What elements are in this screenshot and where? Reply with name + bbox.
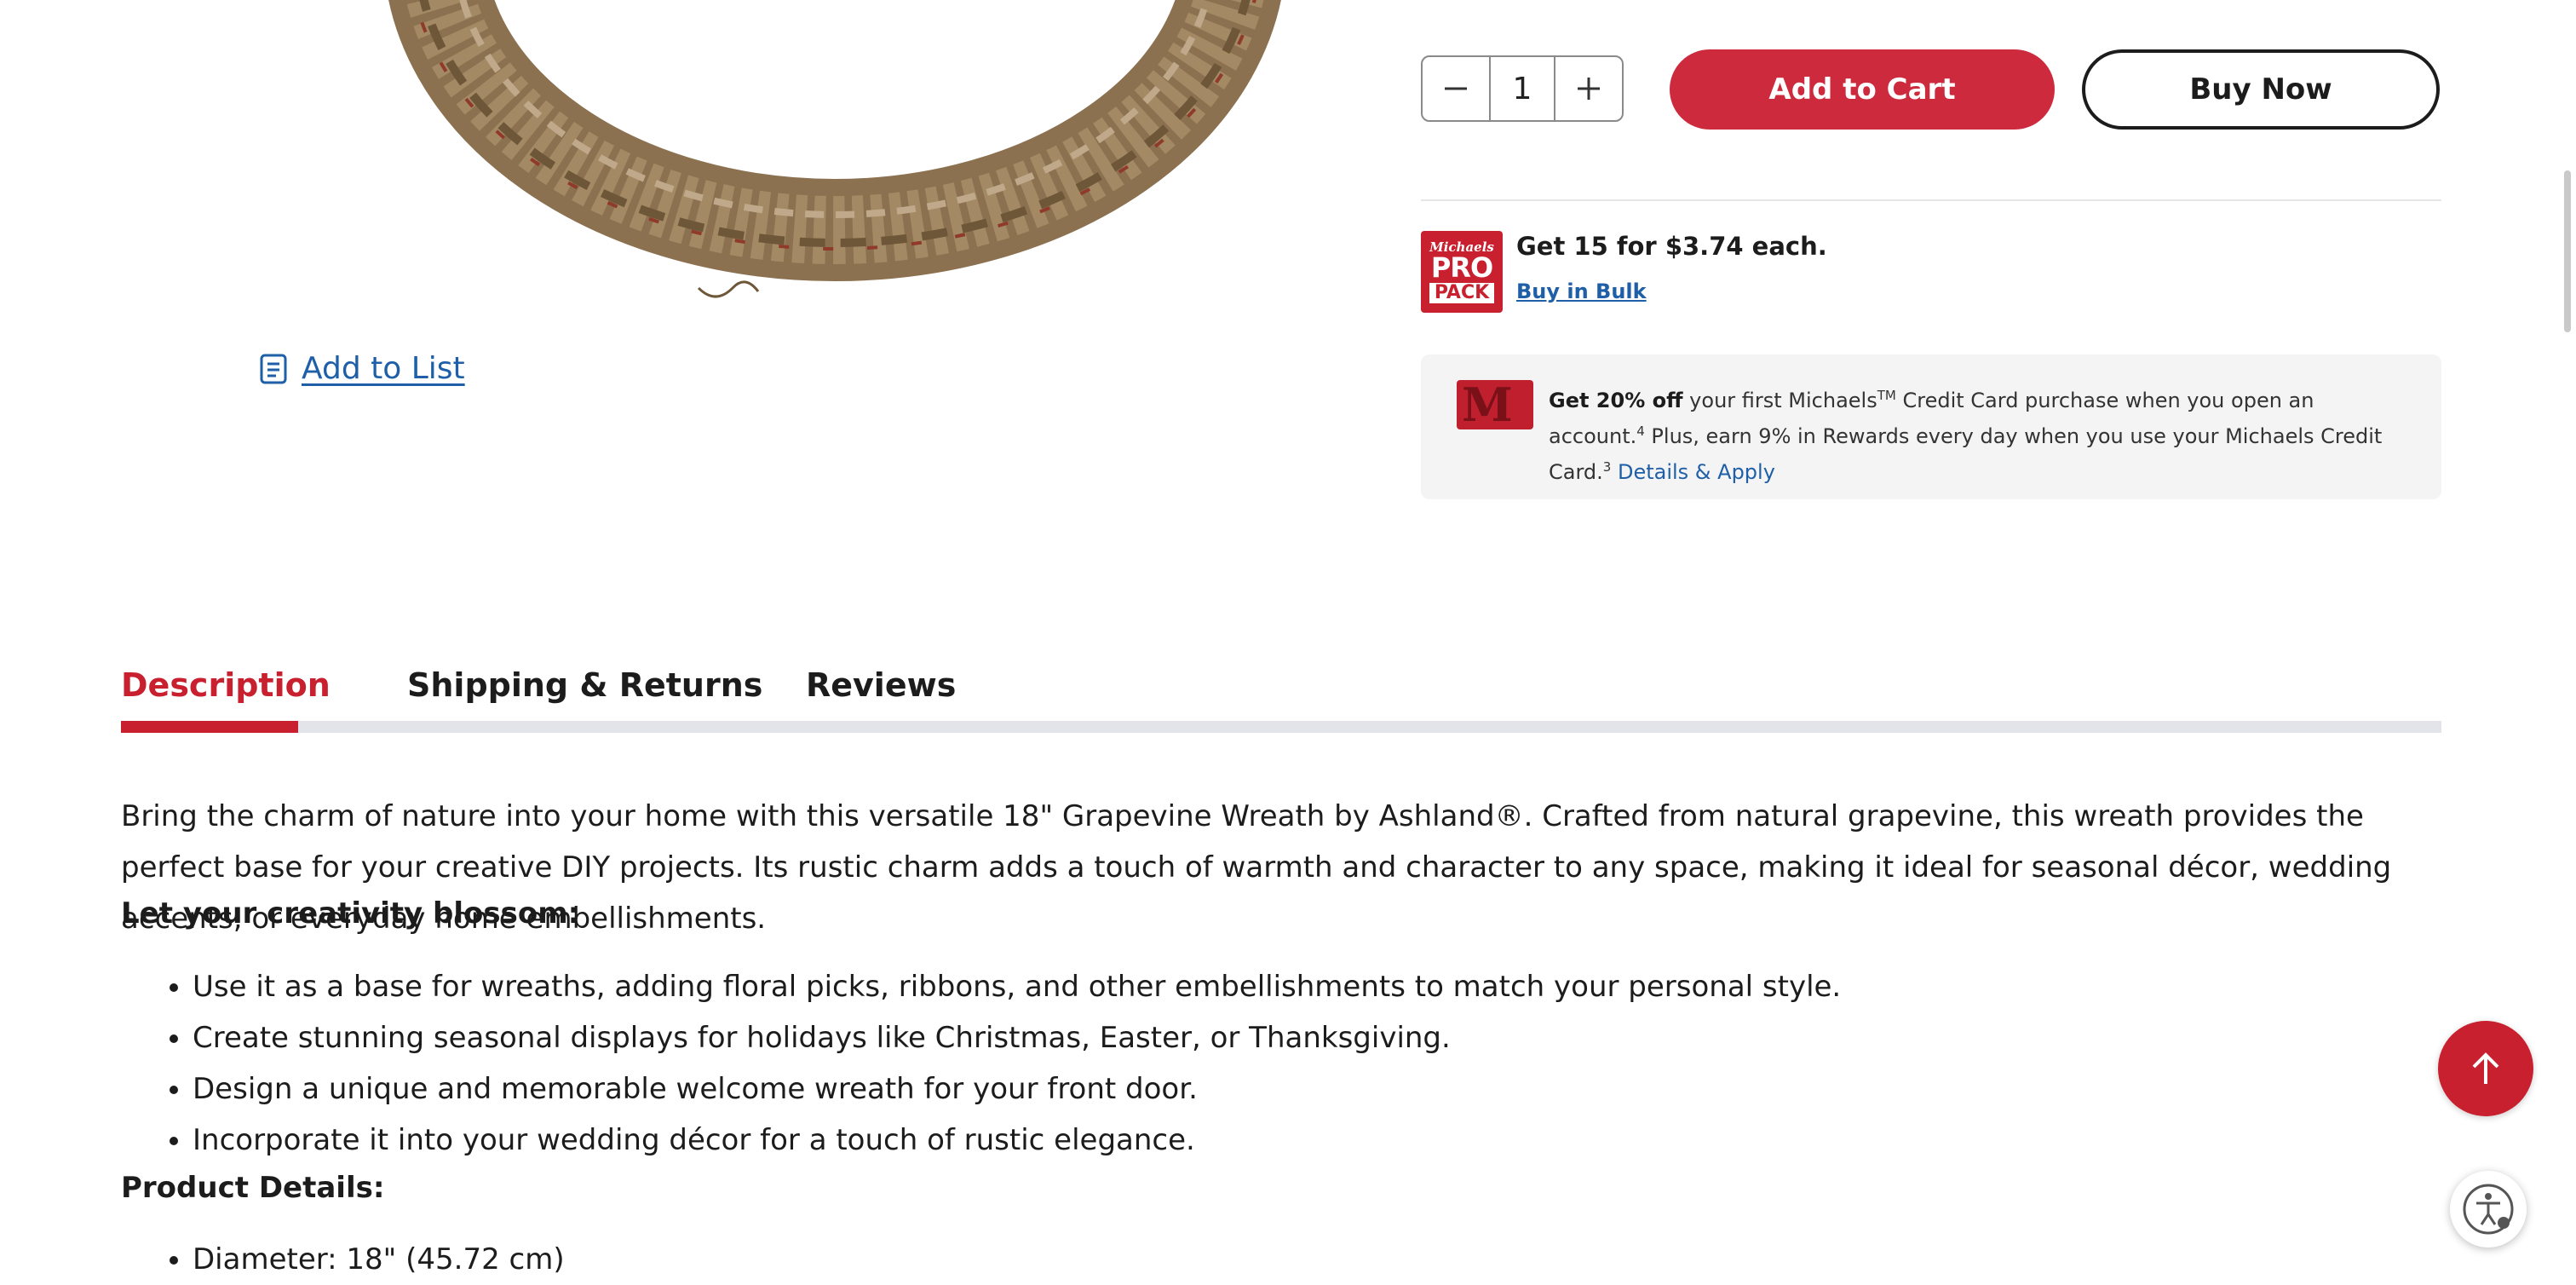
quantity-stepper: 1 [1421,55,1624,122]
tab-shipping-returns[interactable]: Shipping & Returns [407,666,762,704]
pro-pack-logo-pro: PRO [1430,251,1493,284]
add-to-list-link[interactable]: Add to List [259,351,465,386]
pro-pack-logo: Michaels PRO PACK [1421,231,1503,313]
creativity-heading: Let your creativity blossom: [121,896,580,931]
tab-description[interactable]: Description [121,666,331,704]
scrollbar[interactable] [2564,170,2571,332]
list-icon [260,354,287,383]
add-to-cart-button[interactable]: Add to Cart [1670,49,2055,130]
pro-pack-logo-pack: PACK [1429,282,1495,303]
decrease-quantity-button[interactable] [1423,57,1489,120]
accessibility-button[interactable] [2450,1171,2527,1248]
credit-card-image: M [1457,380,1533,429]
tab-bar [121,721,2441,733]
active-tab-indicator [121,721,298,733]
quantity-input[interactable]: 1 [1489,57,1555,120]
minus-icon [1445,87,1467,90]
tab-reviews[interactable]: Reviews [806,666,956,704]
trademark: TM [1877,388,1896,403]
footnote-3: 3 [1602,459,1612,475]
footnote-4: 4 [1636,424,1645,439]
bulk-offer-title: Get 15 for $3.74 each. [1516,232,1827,261]
plus-icon [1578,78,1600,100]
list-item: Design a unique and memorable welcome wr… [193,1063,1841,1115]
back-to-top-button[interactable] [2438,1021,2533,1116]
details-apply-link[interactable]: Details & Apply [1618,460,1775,484]
increase-quantity-button[interactable] [1555,57,1622,120]
add-to-list-label: Add to List [302,351,465,386]
creativity-list: Use it as a base for wreaths, adding flo… [121,961,1841,1166]
product-image [388,0,1281,298]
list-item: Incorporate it into your wedding décor f… [193,1115,1841,1166]
product-details-list: Diameter: 18" (45.72 cm) [121,1234,565,1285]
buy-in-bulk-link[interactable]: Buy in Bulk [1516,279,1647,303]
product-details-heading: Product Details: [121,1171,385,1205]
arrow-up-icon [2472,1052,2499,1084]
list-item: Use it as a base for wreaths, adding flo… [193,961,1841,1012]
credit-card-offer-text: Get 20% off your first MichaelsTM Credit… [1549,380,2409,487]
list-item: Diameter: 18" (45.72 cm) [193,1234,565,1285]
divider [1421,199,2441,201]
accessibility-icon [2463,1184,2514,1235]
list-item: Create stunning seasonal displays for ho… [193,1012,1841,1063]
offer-text-1: your first Michaels [1682,389,1877,412]
offer-bold: Get 20% off [1549,389,1683,412]
buy-now-button[interactable]: Buy Now [2082,49,2440,130]
